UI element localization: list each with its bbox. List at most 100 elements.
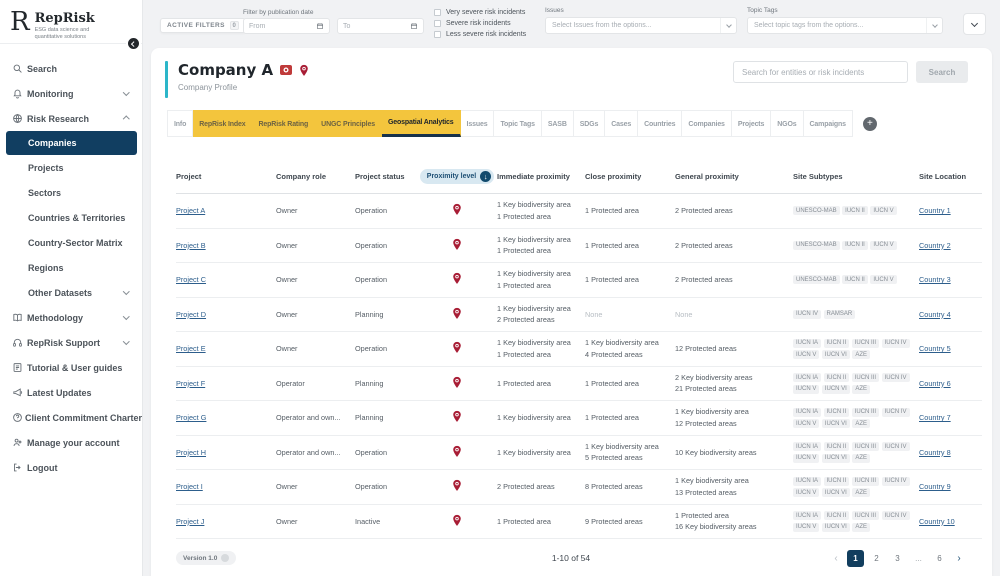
sidebar-item-countries-territories[interactable]: Countries & Territories [0,205,142,230]
tab-sasb[interactable]: SASB [542,110,574,137]
sidebar-collapse-button[interactable] [126,36,141,51]
sidebar-item-projects[interactable]: Projects [0,155,142,180]
tab-geospatial-analytics[interactable]: Geospatial Analytics [382,110,461,137]
tab-campaigns[interactable]: Campaigns [804,110,853,137]
pagination-prev-button[interactable]: ‹ [829,553,843,564]
map-pin-icon[interactable] [452,376,462,391]
country-link[interactable]: Country 4 [919,310,951,319]
project-link[interactable]: Project F [176,379,205,388]
column-header-general-proximity[interactable]: General proximity [675,172,793,181]
sidebar-item-regions[interactable]: Regions [0,255,142,280]
sidebar-item-sectors[interactable]: Sectors [0,180,142,205]
sidebar-item-methodology[interactable]: Methodology [0,305,142,330]
project-link[interactable]: Project I [176,482,203,491]
map-pin-icon[interactable] [452,410,462,425]
map-pin-icon[interactable] [452,479,462,494]
column-header-close-proximity[interactable]: Close proximity [585,172,675,181]
search-button[interactable]: Search [916,61,968,83]
country-link[interactable]: Country 7 [919,413,951,422]
project-link[interactable]: Project E [176,344,206,353]
sidebar-item-reprisk-support[interactable]: RepRisk Support [0,330,142,355]
country-link[interactable]: Country 5 [919,344,951,353]
tab-sdgs[interactable]: SDGs [574,110,605,137]
sidebar-item-risk-research[interactable]: Risk Research [0,106,142,131]
pagination-page-6[interactable]: 6 [931,550,948,567]
tabs-row: InfoRepRisk IndexRepRisk RatingUNGC Prin… [167,110,982,137]
sidebar-item-tutorial-user-guides[interactable]: Tutorial & User guides [0,355,142,380]
country-link[interactable]: Country 8 [919,448,951,457]
column-header-company-role[interactable]: Company role [276,172,355,181]
pagination-page-2[interactable]: 2 [868,550,885,567]
column-header-immediate-proximity[interactable]: Immediate proximity [497,172,585,181]
project-link[interactable]: Project J [176,517,204,526]
map-pin-icon[interactable] [452,272,462,287]
date-from-input[interactable]: From [243,18,330,34]
country-link[interactable]: Country 10 [919,517,955,526]
proximity-level-sort-pill[interactable]: Proximity level↓ [420,169,494,184]
tab-ungc-principles[interactable]: UNGC Principles [315,110,382,137]
close-proximity-cell: 1 Protected area [585,205,675,216]
sidebar-item-logout[interactable]: Logout [0,455,142,480]
map-pin-icon[interactable] [452,445,462,460]
column-header-project-status[interactable]: Project status [355,172,417,181]
map-pin-icon[interactable] [452,514,462,529]
sidebar-item-latest-updates[interactable]: Latest Updates [0,380,142,405]
media-icon[interactable] [280,65,292,75]
severity-option-severe-risk-incidents[interactable]: Severe risk incidents [434,18,526,28]
tab-companies[interactable]: Companies [682,110,731,137]
add-tab-button[interactable]: + [863,117,877,131]
pagination-next-button[interactable]: › [952,553,966,564]
project-link[interactable]: Project H [176,448,206,457]
country-link[interactable]: Country 2 [919,241,951,250]
map-pin-icon[interactable] [452,203,462,218]
tab-projects[interactable]: Projects [732,110,771,137]
checkbox-unchecked-icon[interactable] [434,31,441,38]
map-pin-icon[interactable] [452,341,462,356]
checkbox-unchecked-icon[interactable] [434,9,441,16]
project-link[interactable]: Project D [176,310,206,319]
sidebar-item-country-sector-matrix[interactable]: Country-Sector Matrix [0,230,142,255]
active-filters-button[interactable]: ACTIVE FILTERS 0 [160,18,246,33]
table-row-project-b: Project BOwnerOperation1 Key biodiversit… [176,229,982,264]
tab-countries[interactable]: Countries [638,110,682,137]
tab-reprisk-index[interactable]: RepRisk Index [193,110,252,137]
tab-cases[interactable]: Cases [605,110,638,137]
severity-option-less-severe-risk-incidents[interactable]: Less severe risk incidents [434,29,526,39]
sidebar-item-search[interactable]: Search [0,56,142,81]
column-header-site-subtypes[interactable]: Site Subtypes [793,172,919,181]
sidebar-item-other-datasets[interactable]: Other Datasets [0,280,142,305]
sidebar-item-client-commitment-charter[interactable]: Client Commitment Charter [0,405,142,430]
project-link[interactable]: Project G [176,413,206,422]
country-link[interactable]: Country 1 [919,206,951,215]
country-link[interactable]: Country 6 [919,379,951,388]
issues-select[interactable]: Select Issues from the options... [545,17,737,34]
country-link[interactable]: Country 9 [919,482,951,491]
company-title-row: Company A [178,61,309,79]
tab-topic-tags[interactable]: Topic Tags [494,110,541,137]
map-pin-icon[interactable] [452,307,462,322]
column-header-project[interactable]: Project [176,172,276,181]
filters-expand-button[interactable] [963,13,986,35]
sidebar-item-companies[interactable]: Companies [6,131,137,155]
project-link[interactable]: Project C [176,275,206,284]
tab-info[interactable]: Info [167,110,193,137]
pagination-page-1[interactable]: 1 [847,550,864,567]
sidebar-item-manage-your-account[interactable]: Manage your account [0,430,142,455]
project-link[interactable]: Project A [176,206,205,215]
severity-option-very-severe-risk-incidents[interactable]: Very severe risk incidents [434,7,526,17]
project-link[interactable]: Project B [176,241,206,250]
tab-ngos[interactable]: NGOs [771,110,803,137]
pagination-page-3[interactable]: 3 [889,550,906,567]
date-to-input[interactable]: To [337,18,424,34]
map-pin-icon[interactable] [299,64,309,77]
entity-search-input[interactable] [733,61,908,83]
column-header-proximity-level[interactable]: Proximity level↓ [417,169,497,184]
topic-tags-select[interactable]: Select topic tags from the options... [747,17,943,34]
tab-reprisk-rating[interactable]: RepRisk Rating [253,110,316,137]
column-header-site-location[interactable]: Site Location [919,172,982,181]
tab-issues[interactable]: Issues [461,110,495,137]
sidebar-item-monitoring[interactable]: Monitoring [0,81,142,106]
country-link[interactable]: Country 3 [919,275,951,284]
checkbox-unchecked-icon[interactable] [434,20,441,27]
map-pin-icon[interactable] [452,238,462,253]
